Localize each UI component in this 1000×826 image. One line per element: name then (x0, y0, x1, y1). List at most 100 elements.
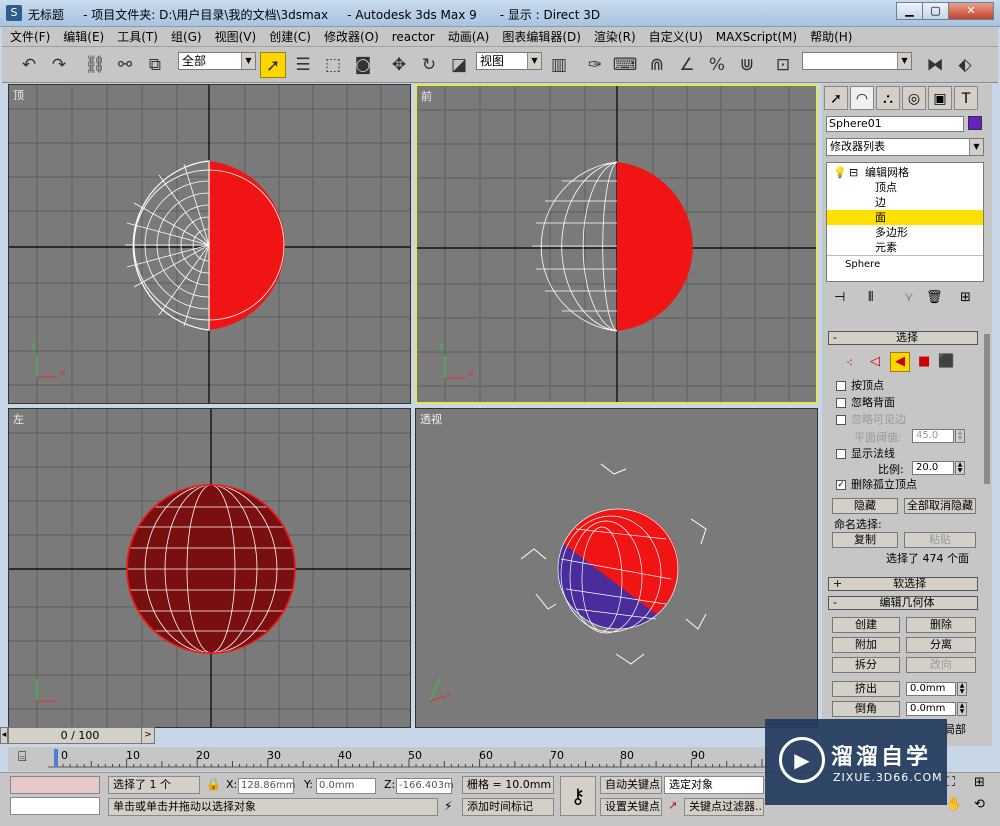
sphere-top[interactable] (125, 160, 285, 331)
stack-editable-mesh[interactable]: 编辑网格 (865, 165, 909, 180)
paste-button[interactable]: 粘贴 (904, 532, 976, 548)
menu-maxscript[interactable]: MAXScript(M) (716, 30, 797, 44)
stack-edge[interactable]: 边 (875, 195, 886, 210)
sphere-left[interactable] (126, 484, 296, 654)
divide-button[interactable]: 拆分 (832, 657, 900, 673)
attach-button[interactable]: 附加 (832, 637, 900, 653)
extrude-spinner[interactable]: 0.0mm ▲ ▼ (906, 682, 967, 696)
window-crossing-icon[interactable]: ◙ (350, 52, 376, 78)
face-mode-icon[interactable]: ◀ (890, 352, 910, 372)
maxscript-input[interactable] (10, 797, 100, 815)
menu-graph-editors[interactable]: 图表编辑器(D) (502, 28, 581, 45)
polygon-mode-icon[interactable]: ■ (918, 354, 930, 369)
percent-snap-icon[interactable]: % (704, 52, 730, 78)
y-coord-field[interactable]: 0.0mm (316, 778, 376, 794)
lightbulb-icon[interactable]: 💡 (833, 165, 847, 180)
copy-button[interactable]: 复制 (832, 532, 898, 548)
sphere-front[interactable] (532, 161, 693, 332)
extrude-button[interactable]: 挤出 (832, 681, 900, 697)
viewport-label-left[interactable]: 左 (13, 411, 24, 427)
edge-mode-icon[interactable]: ◁ (870, 354, 880, 369)
ref-coord-dropdown[interactable]: 视图 ▼ (476, 52, 542, 70)
align-icon[interactable]: ⬖ (952, 52, 978, 78)
key-mode-dropdown[interactable]: 选定对象 (664, 776, 764, 794)
bevel-spinner[interactable]: 0.0mm ▲ ▼ (906, 702, 967, 716)
bevel-button[interactable]: 倒角 (832, 701, 900, 717)
viewport-label-top[interactable]: 顶 (13, 87, 24, 103)
create-button[interactable]: 创建 (832, 617, 900, 633)
z-coord-field[interactable]: -166.403m (396, 778, 454, 794)
stack-polygon[interactable]: 多边形 (875, 225, 908, 240)
mirror-icon[interactable]: ⧓ (922, 52, 948, 78)
pan-icon[interactable]: ✋ (946, 797, 962, 812)
scale-icon[interactable]: ◪ (446, 52, 472, 78)
set-key-button[interactable]: 设置关键点 (600, 798, 662, 816)
ignore-backfacing-checkbox[interactable]: 忽略背面 (836, 396, 895, 410)
rotate-icon[interactable]: ↻ (416, 52, 442, 78)
display-tab-icon[interactable]: ▣ (928, 86, 952, 110)
viewport-perspective[interactable]: 透视 (415, 408, 818, 728)
menu-modifiers[interactable]: 修改器(O) (324, 28, 379, 45)
menu-rendering[interactable]: 渲染(R) (594, 28, 636, 45)
ignore-visible-edges-checkbox[interactable]: 忽略可见边 (836, 413, 906, 427)
rollout-selection[interactable]: - 选择 (828, 331, 978, 345)
time-prev-icon[interactable]: ◂ (0, 727, 8, 744)
scale-spinner[interactable]: 20.0 ▲ ▼ (912, 461, 965, 475)
track-bar[interactable]: ⌸ 0 10 20 30 40 50 60 70 80 90 (8, 747, 768, 771)
rollout-edit-geometry[interactable]: - 编辑几何体 (828, 596, 978, 610)
modify-tab-icon[interactable]: ◠ (850, 86, 874, 110)
orbit-icon[interactable]: ⟲ (974, 797, 985, 812)
collapse-icon[interactable]: ⊟ (849, 165, 858, 180)
menu-create[interactable]: 创建(C) (269, 28, 311, 45)
menu-customize[interactable]: 自定义(U) (649, 28, 703, 45)
auto-key-button[interactable]: 自动关键点 (600, 776, 662, 794)
viewport-label-perspective[interactable]: 透视 (420, 411, 442, 427)
bind-space-warp-icon[interactable]: ⧉ (142, 52, 168, 78)
select-object-icon[interactable]: ➚ (260, 52, 286, 78)
by-vertex-checkbox[interactable]: 按顶点 (836, 379, 884, 393)
edit-named-selection-icon[interactable]: ⊡ (770, 52, 796, 78)
snap-toggle-icon[interactable]: ⋒ (644, 52, 670, 78)
object-color-swatch[interactable] (968, 116, 982, 130)
show-end-result-icon[interactable]: ⫴ (868, 290, 873, 305)
viewport-left[interactable]: 左 (8, 408, 411, 728)
motion-tab-icon[interactable]: ◎ (902, 86, 926, 110)
spinner-snap-icon[interactable]: ⋓ (734, 52, 760, 78)
modifier-list-dropdown[interactable]: 修改器列表 ▼ (826, 138, 984, 156)
unhide-all-button[interactable]: 全部取消隐藏 (904, 498, 976, 514)
select-link-icon[interactable]: ⛓ (82, 52, 108, 78)
x-coord-field[interactable]: 128.86mm (238, 778, 295, 794)
time-slider[interactable]: 0 / 100 (8, 727, 152, 744)
rect-selection-icon[interactable]: ⬚ (320, 52, 346, 78)
stack-element[interactable]: 元素 (875, 240, 897, 255)
3ds-max-icon[interactable]: S (6, 5, 22, 21)
rollout-soft-selection[interactable]: + 软选择 (828, 577, 978, 591)
viewport-top[interactable]: 顶 y x (8, 84, 411, 404)
remove-modifier-icon[interactable]: 🗑 (926, 290, 943, 305)
configure-sets-icon[interactable]: ⊞ (960, 290, 971, 305)
menu-animation[interactable]: 动画(A) (448, 28, 490, 45)
stack-sphere[interactable]: Sphere (845, 257, 880, 272)
maximize-button[interactable]: ▢ (922, 2, 949, 20)
make-unique-icon[interactable]: ⋎ (904, 290, 914, 305)
menu-help[interactable]: 帮助(H) (810, 28, 852, 45)
delete-button[interactable]: 删除 (906, 617, 976, 633)
close-button[interactable]: ✕ (948, 2, 994, 20)
selection-filter-dropdown[interactable]: 全部 ▼ (178, 52, 256, 70)
keyboard-shortcut-icon[interactable]: ⌨ (612, 52, 638, 78)
time-tag-icon[interactable]: ⚡ (444, 799, 452, 813)
menu-views[interactable]: 视图(V) (215, 28, 257, 45)
panel-scrollbar[interactable] (984, 334, 990, 484)
create-tab-icon[interactable]: ➚ (824, 86, 848, 110)
track-view-icon[interactable]: ⌸ (18, 749, 26, 765)
set-key-icon[interactable]: ⚷ (560, 776, 596, 816)
zoom-extents-icon[interactable]: ⛶ (946, 775, 955, 790)
redo-icon[interactable]: ↷ (46, 52, 72, 78)
viewport-front[interactable]: 前 z x (415, 84, 818, 404)
pivot-center-icon[interactable]: ▥ (546, 52, 572, 78)
pin-stack-icon[interactable]: ⊣ (834, 290, 845, 305)
menu-edit[interactable]: 编辑(E) (63, 28, 104, 45)
undo-icon[interactable]: ↶ (16, 52, 42, 78)
key-tangent-icon[interactable]: ↗ (668, 799, 677, 812)
viewport-label-front[interactable]: 前 (421, 88, 432, 104)
